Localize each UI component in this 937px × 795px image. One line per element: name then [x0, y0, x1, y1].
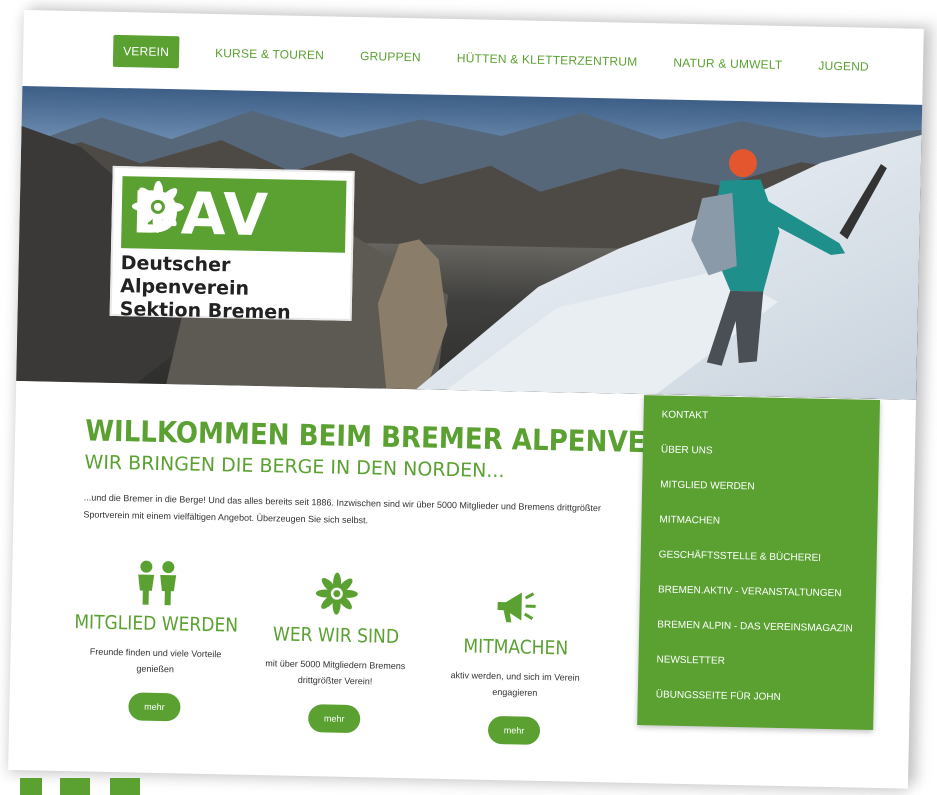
sidebar-item-mitmachen[interactable]: MITMACHEN	[659, 510, 878, 550]
nav-item-kurse-touren[interactable]: KURSE & TOUREN	[215, 46, 324, 62]
nav-item-verein[interactable]: VEREIN	[112, 34, 180, 69]
nav-item-natur-umwelt[interactable]: NATUR & UMWELT	[673, 56, 782, 72]
megaphone-icon	[497, 592, 536, 623]
sidebar-menu: KONTAKT ÜBER UNS MITGLIED WERDEN MITMACH…	[637, 395, 881, 730]
bottom-cut-off-text	[20, 778, 140, 795]
logo-subtitle: Deutscher Alpenverein Sektion Bremen	[120, 252, 351, 326]
sidebar-item-newsletter[interactable]: NEWSLETTER	[656, 650, 875, 690]
nav-item-jugend[interactable]: JUGEND	[818, 59, 869, 74]
feature-title[interactable]: WER WIR SIND	[251, 623, 421, 649]
feature-text: aktiv werden, und sich im Verein engagie…	[450, 670, 580, 698]
logo-banner: DAV	[121, 176, 347, 253]
edelweiss-icon	[315, 572, 358, 615]
edelweiss-icon	[131, 180, 184, 233]
hero-image: DAV Deutscher Alpenverein Sektion Bremen	[16, 85, 923, 400]
more-button[interactable]: mehr	[307, 704, 361, 734]
more-button[interactable]: mehr	[487, 715, 541, 745]
feature-text: Freunde finden und viele Vorteile genieß…	[89, 646, 222, 675]
intro-text: ...und die Bremer in die Berge! Und das …	[83, 492, 602, 526]
sidebar-item-bremen-alpin[interactable]: BREMEN ALPIN - DAS VEREINSMAGAZIN	[657, 615, 876, 655]
feature-title[interactable]: MITMACHEN	[431, 635, 601, 661]
feature-text: mit über 5000 Mitgliedern Bremens drittg…	[265, 658, 406, 687]
sidebar-item-kontakt[interactable]: KONTAKT	[661, 405, 880, 445]
welcome-subtitle: WIR BRINGEN DIE BERGE IN DEN NORDEN...	[84, 451, 505, 483]
sidebar-item-geschaeftsstelle[interactable]: GESCHÄFTSSTELLE & BÜCHEREI	[658, 545, 877, 585]
sidebar-item-uebungsseite[interactable]: ÜBUNGSSEITE FÜR JOHN	[655, 685, 874, 725]
nav-item-huetten-kletterzentrum[interactable]: HÜTTEN & KLETTERZENTRUM	[457, 51, 638, 69]
sidebar-item-bremen-aktiv[interactable]: BREMEN.AKTIV - VERANSTALTUNGEN	[657, 580, 876, 620]
nav-item-gruppen[interactable]: GRUPPEN	[360, 49, 421, 64]
feature-wer-wir-sind: WER WIR SIND mit über 5000 Mitgliedern B…	[249, 563, 422, 735]
website-page: VEREIN KURSE & TOUREN GRUPPEN HÜTTEN & K…	[8, 10, 924, 789]
dav-logo[interactable]: DAV Deutscher Alpenverein Sektion Bremen	[109, 165, 355, 324]
more-button[interactable]: mehr	[127, 692, 181, 722]
sidebar-item-mitglied-werden[interactable]: MITGLIED WERDEN	[660, 475, 879, 515]
logo-line-2: Sektion Bremen	[119, 298, 291, 324]
feature-title[interactable]: MITGLIED WERDEN	[71, 611, 241, 637]
logo-line-1: Deutscher Alpenverein	[120, 252, 250, 300]
feature-mitglied-werden: MITGLIED WERDEN Freunde finden und viele…	[69, 551, 242, 723]
sidebar-item-ueber-uns[interactable]: ÜBER UNS	[660, 440, 879, 480]
feature-mitmachen: MITMACHEN aktiv werden, und sich im Vere…	[429, 575, 602, 747]
people-icon	[138, 560, 177, 606]
